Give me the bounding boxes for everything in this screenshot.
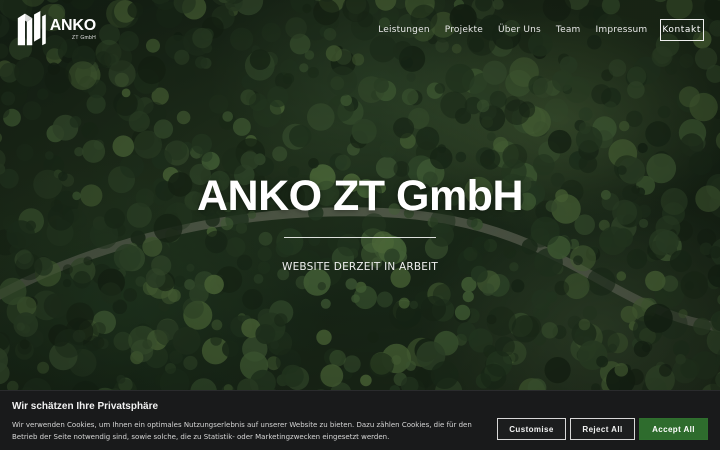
hero-divider	[284, 237, 436, 238]
logo-name: ANKO	[49, 16, 97, 34]
kontakt-button[interactable]: Kontakt	[660, 19, 704, 41]
site-header: ANKO ZT GmbH Leistungen Projekte Über Un…	[0, 0, 720, 60]
cookie-text: Wir verwenden Cookies, um Ihnen ein opti…	[12, 421, 472, 441]
hero-shade	[0, 0, 720, 450]
nav-item-projekte[interactable]: Projekte	[445, 25, 483, 35]
main-nav: Leistungen Projekte Über Uns Team Impres…	[363, 19, 704, 41]
hero-background	[0, 0, 720, 450]
logo-subtitle: ZT GmbH	[72, 34, 96, 41]
reject-all-button[interactable]: Reject All	[570, 418, 635, 440]
logo[interactable]: ANKO ZT GmbH	[16, 8, 96, 50]
logo-mark-icon	[17, 10, 46, 46]
nav-item-ueber-uns[interactable]: Über Uns	[498, 25, 541, 35]
nav-item-leistungen[interactable]: Leistungen	[378, 25, 429, 35]
accept-all-button[interactable]: Accept All	[639, 418, 708, 440]
hero-subtitle: WEBSITE DERZEIT IN ARBEIT	[282, 261, 438, 273]
nav-item-impressum[interactable]: Impressum	[596, 25, 648, 35]
logo-text: ANKO ZT GmbH	[49, 16, 97, 41]
cookie-title: Wir schätzen Ihre Privatsphäre	[12, 401, 159, 412]
nav-item-team[interactable]: Team	[556, 25, 581, 35]
hero-title: ANKO ZT GmbH	[196, 172, 524, 220]
customise-button[interactable]: Customise	[497, 418, 566, 440]
